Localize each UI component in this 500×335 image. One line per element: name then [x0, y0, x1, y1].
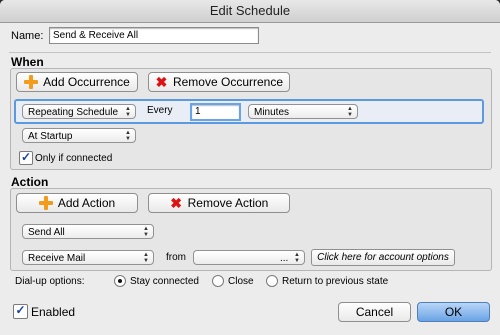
add-icon — [24, 75, 39, 89]
divider — [9, 52, 491, 53]
add-action-button[interactable]: Add Action — [16, 193, 138, 213]
remove-occurrence-button[interactable]: ✖ Remove Occurrence — [148, 72, 290, 92]
enabled-label: Enabled — [31, 305, 76, 319]
popup-arrows-icon: ▲ ▼ — [143, 252, 149, 264]
action-one-value: Send All — [28, 227, 65, 238]
when-heading: When — [11, 55, 44, 69]
checkmark-icon: ✓ — [15, 303, 26, 317]
remove-action-label: Remove Action — [187, 196, 269, 210]
remove-occurrence-label: Remove Occurrence — [172, 75, 284, 89]
action-two-popup[interactable]: Receive Mail ▲ ▼ — [22, 250, 154, 265]
account-options-button[interactable]: Click here for account options — [311, 249, 455, 266]
action-heading: Action — [11, 175, 49, 189]
popup-arrows-icon: ▲ ▼ — [347, 106, 353, 118]
only-if-connected-label: Only if connected — [35, 153, 113, 164]
remove-icon: ✖ — [155, 73, 168, 90]
account-options-label: Click here for account options — [317, 251, 449, 263]
add-action-label: Add Action — [57, 196, 116, 210]
popup-arrows-icon: ▲ ▼ — [294, 252, 300, 264]
add-occurrence-label: Add Occurrence — [43, 75, 130, 89]
dialup-label: Dial-up options: — [15, 276, 85, 287]
stay-connected-label: Stay connected — [130, 276, 199, 287]
cancel-label: Cancel — [355, 305, 394, 319]
return-previous-label: Return to previous state — [282, 276, 389, 287]
enabled-checkbox[interactable]: ✓ — [13, 304, 28, 319]
ok-button[interactable]: OK — [417, 302, 490, 322]
interval-unit-popup[interactable]: Minutes ▲ ▼ — [248, 104, 358, 119]
trigger-popup[interactable]: At Startup ▲ ▼ — [22, 128, 136, 143]
action-two-value: Receive Mail — [28, 253, 86, 264]
close-label: Close — [228, 276, 254, 287]
radio-close[interactable] — [212, 275, 224, 287]
radio-stay-connected[interactable] — [114, 275, 126, 287]
only-if-connected-checkbox[interactable]: ✓ — [19, 151, 33, 165]
popup-arrows-icon: ▲ ▼ — [125, 130, 131, 142]
account-popup-value: ... — [280, 253, 289, 264]
popup-arrows-icon: ▲ ▼ — [125, 106, 131, 118]
window-title: Edit Schedule — [209, 3, 291, 18]
name-input[interactable]: Send & Receive All — [49, 27, 259, 44]
ok-label: OK — [444, 305, 463, 319]
remove-action-button[interactable]: ✖ Remove Action — [148, 193, 290, 213]
checkmark-icon: ✓ — [20, 150, 32, 164]
from-label: from — [166, 252, 186, 263]
schedule-type-popup[interactable]: Repeating Schedule ▲ ▼ — [22, 104, 136, 119]
edit-schedule-window: Edit Schedule Name: Send & Receive All W… — [0, 0, 500, 335]
interval-unit-value: Minutes — [254, 107, 290, 118]
popup-arrows-icon: ▲ ▼ — [143, 226, 149, 238]
account-popup[interactable]: ... ▲ ▼ — [193, 250, 305, 265]
name-label: Name: — [11, 30, 44, 42]
action-one-popup[interactable]: Send All ▲ ▼ — [22, 224, 154, 239]
trigger-value: At Startup — [28, 131, 73, 142]
add-occurrence-button[interactable]: Add Occurrence — [16, 72, 138, 92]
cancel-button[interactable]: Cancel — [338, 302, 411, 322]
add-icon — [38, 196, 53, 210]
every-label: Every — [147, 105, 173, 116]
remove-icon: ✖ — [170, 194, 182, 211]
radio-return-previous[interactable] — [266, 275, 278, 287]
title-bar: Edit Schedule — [0, 0, 500, 23]
schedule-type-value: Repeating Schedule — [28, 107, 119, 118]
interval-input[interactable]: 1 — [190, 103, 241, 121]
